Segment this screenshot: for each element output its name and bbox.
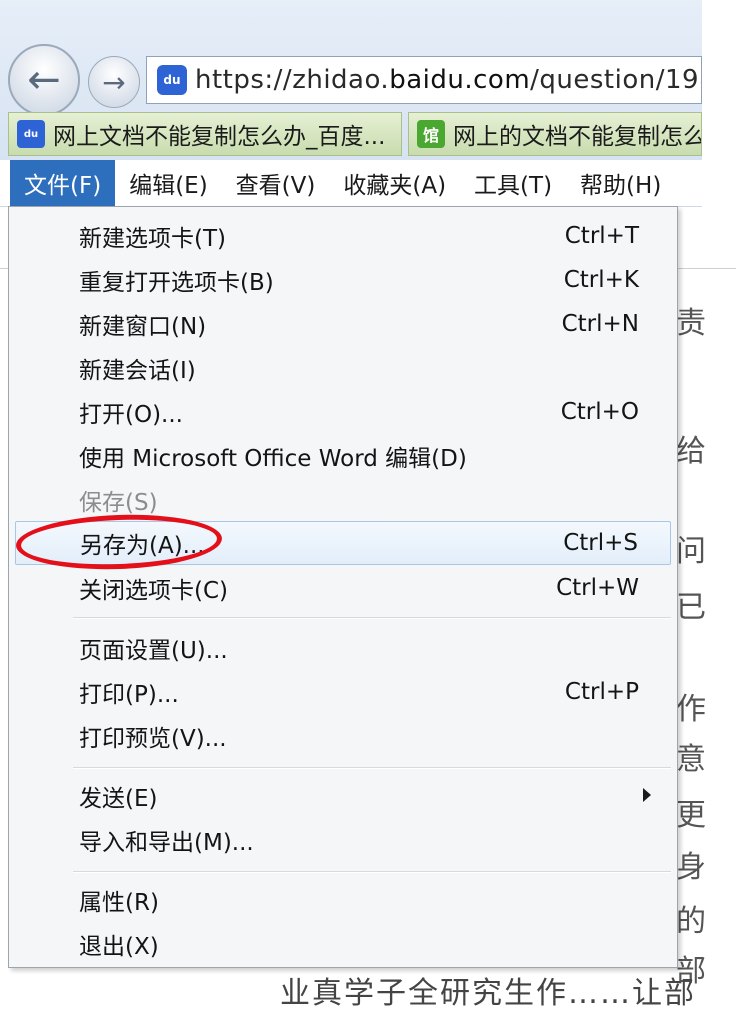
library-icon: 馆 <box>417 120 445 148</box>
menu-item-properties[interactable]: 属性(R) <box>15 879 671 921</box>
menu-item-new-window[interactable]: 新建窗口(N) Ctrl+N <box>15 303 671 345</box>
menu-item-print-preview[interactable]: 打印预览(V)... <box>15 715 671 757</box>
menu-item-label: 新建窗口(N) <box>79 314 207 340</box>
page-text-fragment: 作 <box>676 692 706 727</box>
menu-item-shortcut: Ctrl+N <box>561 311 639 337</box>
menu-item-label: 打开(O)... <box>79 402 183 428</box>
menu-bar: 文件(F) 编辑(E) 查看(V) 收藏夹(A) 工具(T) 帮助(H) <box>0 160 702 207</box>
submenu-arrow-icon <box>643 788 651 802</box>
page-text-fragment: 更 <box>676 798 706 833</box>
menu-item-label: 发送(E) <box>79 786 158 812</box>
menu-item-shortcut: Ctrl+P <box>564 679 639 705</box>
page-text-fragment: 的 <box>676 904 706 939</box>
page-text-fragment: 身 <box>676 850 706 885</box>
address-bar[interactable]: du https://zhidao.baidu.com/question/198… <box>146 56 702 104</box>
menu-item-label: 退出(X) <box>79 934 159 960</box>
back-button[interactable]: ← <box>8 44 80 116</box>
page-text-fragment: 意 <box>676 742 706 777</box>
menu-item-shortcut: Ctrl+O <box>560 399 639 425</box>
menu-item-shortcut: Ctrl+T <box>564 223 639 249</box>
menu-item-exit[interactable]: 退出(X) <box>15 923 671 965</box>
menu-item-label: 属性(R) <box>79 890 159 916</box>
url-text[interactable]: https://zhidao.baidu.com/question/198881… <box>195 65 701 95</box>
favorite-title: 网上的文档不能复制怎么 <box>453 124 702 150</box>
page-text-fragment: 已 <box>676 590 706 625</box>
background-page-text: 责 给 问 已 作 意 更 身 的 部 <box>676 206 736 1020</box>
menu-item-send[interactable]: 发送(E) <box>15 775 671 817</box>
menu-item-print[interactable]: 打印(P)... Ctrl+P <box>15 671 671 713</box>
menu-item-label: 关闭选项卡(C) <box>79 578 229 604</box>
menu-item-new-session[interactable]: 新建会话(I) <box>15 347 671 389</box>
file-menu-dropdown: 新建选项卡(T) Ctrl+T 重复打开选项卡(B) Ctrl+K 新建窗口(N… <box>8 206 678 968</box>
favorite-tab-library[interactable]: 馆 网上的文档不能复制怎么 <box>408 112 702 156</box>
forward-button[interactable]: → <box>88 56 140 108</box>
baidu-paw-icon: du <box>17 120 45 148</box>
browser-chrome: ← → du https://zhidao.baidu.com/question… <box>0 0 702 160</box>
menu-separator <box>73 767 671 769</box>
menu-item-open[interactable]: 打开(O)... Ctrl+O <box>15 391 671 433</box>
menu-item-shortcut: Ctrl+K <box>563 267 639 293</box>
menu-item-label: 页面设置(U)... <box>79 638 228 664</box>
favorite-tab-baidu[interactable]: du 网上文档不能复制怎么办_百度... <box>8 112 402 156</box>
menu-item-label: 保存(S) <box>79 490 158 516</box>
page-text-fragment: 责 <box>676 306 706 341</box>
arrow-left-icon: ← <box>27 57 61 103</box>
menu-separator <box>73 871 671 873</box>
menu-item-page-setup[interactable]: 页面设置(U)... <box>15 627 671 669</box>
menu-separator <box>73 617 671 619</box>
menu-item-shortcut: Ctrl+W <box>556 575 639 601</box>
menu-item-label: 使用 Microsoft Office Word 编辑(D) <box>79 446 467 472</box>
menu-item-label: 导入和导出(M)... <box>79 830 254 856</box>
page-divider <box>0 268 8 269</box>
menu-item-label: 打印预览(V)... <box>79 726 227 752</box>
menu-view[interactable]: 查看(V) <box>222 160 330 206</box>
menu-item-label: 打印(P)... <box>79 682 179 708</box>
menu-item-import-export[interactable]: 导入和导出(M)... <box>15 819 671 861</box>
favorites-bar: du 网上文档不能复制怎么办_百度... 馆 网上的文档不能复制怎么 <box>8 112 702 156</box>
baidu-paw-icon: du <box>157 65 187 95</box>
menu-item-label: 新建选项卡(T) <box>79 226 226 252</box>
menu-item-new-tab[interactable]: 新建选项卡(T) Ctrl+T <box>15 215 671 257</box>
arrow-right-icon: → <box>102 65 126 99</box>
menu-favorites[interactable]: 收藏夹(A) <box>329 160 460 206</box>
menu-item-label: 重复打开选项卡(B) <box>79 270 274 296</box>
menu-item-duplicate-tab[interactable]: 重复打开选项卡(B) Ctrl+K <box>15 259 671 301</box>
menu-item-shortcut: Ctrl+S <box>563 530 638 556</box>
menu-item-label: 新建会话(I) <box>79 358 196 384</box>
page-text-fragment: 业真学子全研究生作……让部 <box>280 976 696 1011</box>
page-text-fragment: 问 <box>676 534 706 569</box>
page-text-fragment: 给 <box>676 434 706 469</box>
favorite-title: 网上文档不能复制怎么办_百度... <box>53 124 386 150</box>
menu-help[interactable]: 帮助(H) <box>566 160 675 206</box>
menu-item-close-tab[interactable]: 关闭选项卡(C) Ctrl+W <box>15 567 671 609</box>
menu-file[interactable]: 文件(F) <box>10 160 116 206</box>
menu-edit[interactable]: 编辑(E) <box>115 160 221 206</box>
menu-item-edit-with-word[interactable]: 使用 Microsoft Office Word 编辑(D) <box>15 435 671 477</box>
menu-tools[interactable]: 工具(T) <box>460 160 566 206</box>
